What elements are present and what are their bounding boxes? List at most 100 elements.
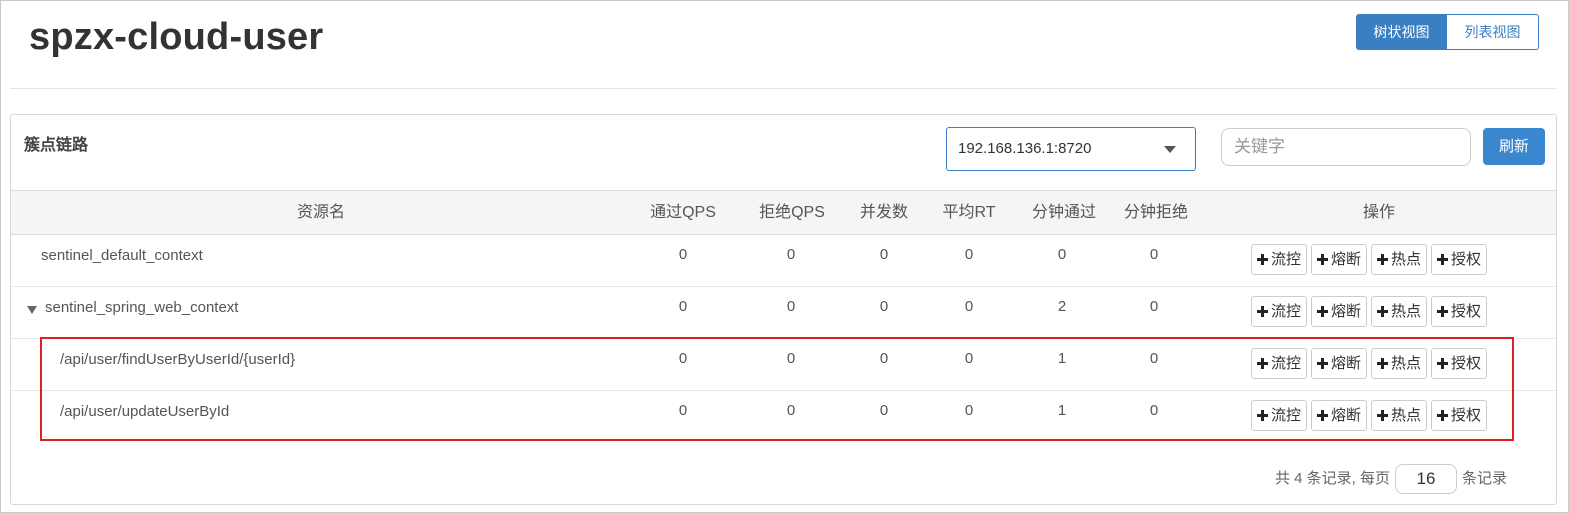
block-qps-value: 0: [786, 246, 796, 263]
threads-value: 0: [879, 350, 889, 367]
caret-down-icon[interactable]: [27, 306, 37, 314]
plus-icon: [1317, 358, 1329, 369]
pass-min-value: 1: [1057, 350, 1067, 367]
refresh-button[interactable]: 刷新: [1483, 128, 1545, 165]
authority-label: 授权: [1451, 303, 1482, 320]
table-row: /api/user/findUserByUserId/{userId} 0 0 …: [11, 339, 1556, 391]
col-header-block-min: 分钟拒绝: [1123, 204, 1188, 221]
tree-view-button[interactable]: 树状视图: [1356, 14, 1447, 50]
chevron-down-icon: [1164, 146, 1176, 153]
pass-qps-value: 0: [678, 298, 688, 315]
flow-label: 流控: [1271, 251, 1302, 268]
degrade-label: 熔断: [1331, 251, 1362, 268]
add-authority-rule-button[interactable]: 授权: [1431, 400, 1488, 431]
plus-icon: [1377, 410, 1389, 421]
hotspot-label: 热点: [1391, 407, 1422, 424]
add-flow-rule-button[interactable]: 流控: [1251, 244, 1308, 275]
add-degrade-rule-button[interactable]: 熔断: [1311, 400, 1368, 431]
plus-icon: [1317, 254, 1329, 265]
flow-label: 流控: [1271, 303, 1302, 320]
table-header: 资源名 通过QPS 拒绝QPS 并发数 平均RT 分钟通过 分钟拒绝 操作: [11, 190, 1556, 235]
block-min-value: 0: [1149, 350, 1159, 367]
page-title: spzx-cloud-user: [29, 16, 324, 58]
threads-value: 0: [879, 402, 889, 419]
block-min-value: 0: [1149, 246, 1159, 263]
add-hotspot-rule-button[interactable]: 热点: [1371, 400, 1428, 431]
block-qps-value: 0: [786, 402, 796, 419]
hotspot-label: 热点: [1391, 251, 1422, 268]
add-flow-rule-button[interactable]: 流控: [1251, 348, 1308, 379]
row-actions: 流控 熔断 热点 授权: [1251, 244, 1488, 275]
flow-label: 流控: [1271, 407, 1302, 424]
col-header-block-qps: 拒绝QPS: [759, 204, 825, 221]
degrade-label: 熔断: [1331, 303, 1362, 320]
plus-icon: [1437, 358, 1449, 369]
add-flow-rule-button[interactable]: 流控: [1251, 400, 1308, 431]
plus-icon: [1317, 306, 1329, 317]
plus-icon: [1437, 410, 1449, 421]
add-degrade-rule-button[interactable]: 熔断: [1311, 296, 1368, 327]
resource-name: sentinel_default_context: [41, 247, 203, 264]
degrade-label: 熔断: [1331, 355, 1362, 372]
authority-label: 授权: [1451, 251, 1482, 268]
avg-rt-value: 0: [964, 246, 974, 263]
resource-name: /api/user/findUserByUserId/{userId}: [60, 351, 296, 368]
add-degrade-rule-button[interactable]: 熔断: [1311, 348, 1368, 379]
col-header-actions: 操作: [1362, 204, 1395, 221]
hotspot-label: 热点: [1391, 355, 1422, 372]
pass-min-value: 1: [1057, 402, 1067, 419]
view-toggle: 树状视图 列表视图: [1356, 14, 1539, 50]
col-header-avg-rt: 平均RT: [942, 204, 996, 221]
panel-heading: 簇点链路: [24, 137, 89, 154]
pass-min-value: 0: [1057, 246, 1067, 263]
pass-min-value: 2: [1057, 298, 1067, 315]
page-size-input[interactable]: [1395, 464, 1457, 494]
list-view-button[interactable]: 列表视图: [1447, 14, 1539, 50]
title-divider: [10, 88, 1557, 89]
col-header-resource: 资源名: [296, 204, 345, 221]
add-hotspot-rule-button[interactable]: 热点: [1371, 296, 1428, 327]
avg-rt-value: 0: [964, 402, 974, 419]
add-flow-rule-button[interactable]: 流控: [1251, 296, 1308, 327]
table-row: /api/user/updateUserById 0 0 0 0 1 0 流控 …: [11, 391, 1556, 443]
plus-icon: [1437, 306, 1449, 317]
keyword-search-input[interactable]: [1221, 128, 1471, 166]
block-min-value: 0: [1149, 402, 1159, 419]
pass-qps-value: 0: [678, 350, 688, 367]
add-hotspot-rule-button[interactable]: 热点: [1371, 244, 1428, 275]
flow-label: 流控: [1271, 355, 1302, 372]
plus-icon: [1377, 306, 1389, 317]
row-actions: 流控 熔断 热点 授权: [1251, 400, 1488, 431]
pass-qps-value: 0: [678, 402, 688, 419]
add-degrade-rule-button[interactable]: 熔断: [1311, 244, 1368, 275]
plus-icon: [1257, 410, 1268, 421]
col-header-pass-min: 分钟通过: [1031, 204, 1096, 221]
add-authority-rule-button[interactable]: 授权: [1431, 244, 1488, 275]
avg-rt-value: 0: [964, 350, 974, 367]
authority-label: 授权: [1451, 407, 1482, 424]
row-actions: 流控 熔断 热点 授权: [1251, 296, 1488, 327]
col-header-threads: 并发数: [859, 204, 908, 221]
machine-select[interactable]: 192.168.136.1:8720: [946, 127, 1196, 171]
table-row: sentinel_default_context 0 0 0 0 0 0 流控 …: [11, 235, 1556, 287]
avg-rt-value: 0: [964, 298, 974, 315]
resource-name: sentinel_spring_web_context: [45, 299, 239, 316]
table-row: sentinel_spring_web_context 0 0 0 0 2 0 …: [11, 287, 1556, 339]
block-qps-value: 0: [786, 350, 796, 367]
add-authority-rule-button[interactable]: 授权: [1431, 296, 1488, 327]
resource-name: /api/user/updateUserById: [60, 403, 230, 420]
plus-icon: [1377, 358, 1389, 369]
plus-icon: [1257, 358, 1268, 369]
pass-qps-value: 0: [678, 246, 688, 263]
records-suffix: 条记录: [1462, 470, 1508, 487]
plus-icon: [1257, 254, 1268, 265]
plus-icon: [1317, 410, 1329, 421]
row-actions: 流控 熔断 热点 授权: [1251, 348, 1488, 379]
add-hotspot-rule-button[interactable]: 热点: [1371, 348, 1428, 379]
add-authority-rule-button[interactable]: 授权: [1431, 348, 1488, 379]
block-qps-value: 0: [786, 298, 796, 315]
record-count-text: 共 4 条记录, 每页: [1275, 470, 1391, 487]
threads-value: 0: [879, 246, 889, 263]
hotspot-label: 热点: [1391, 303, 1422, 320]
degrade-label: 熔断: [1331, 407, 1362, 424]
